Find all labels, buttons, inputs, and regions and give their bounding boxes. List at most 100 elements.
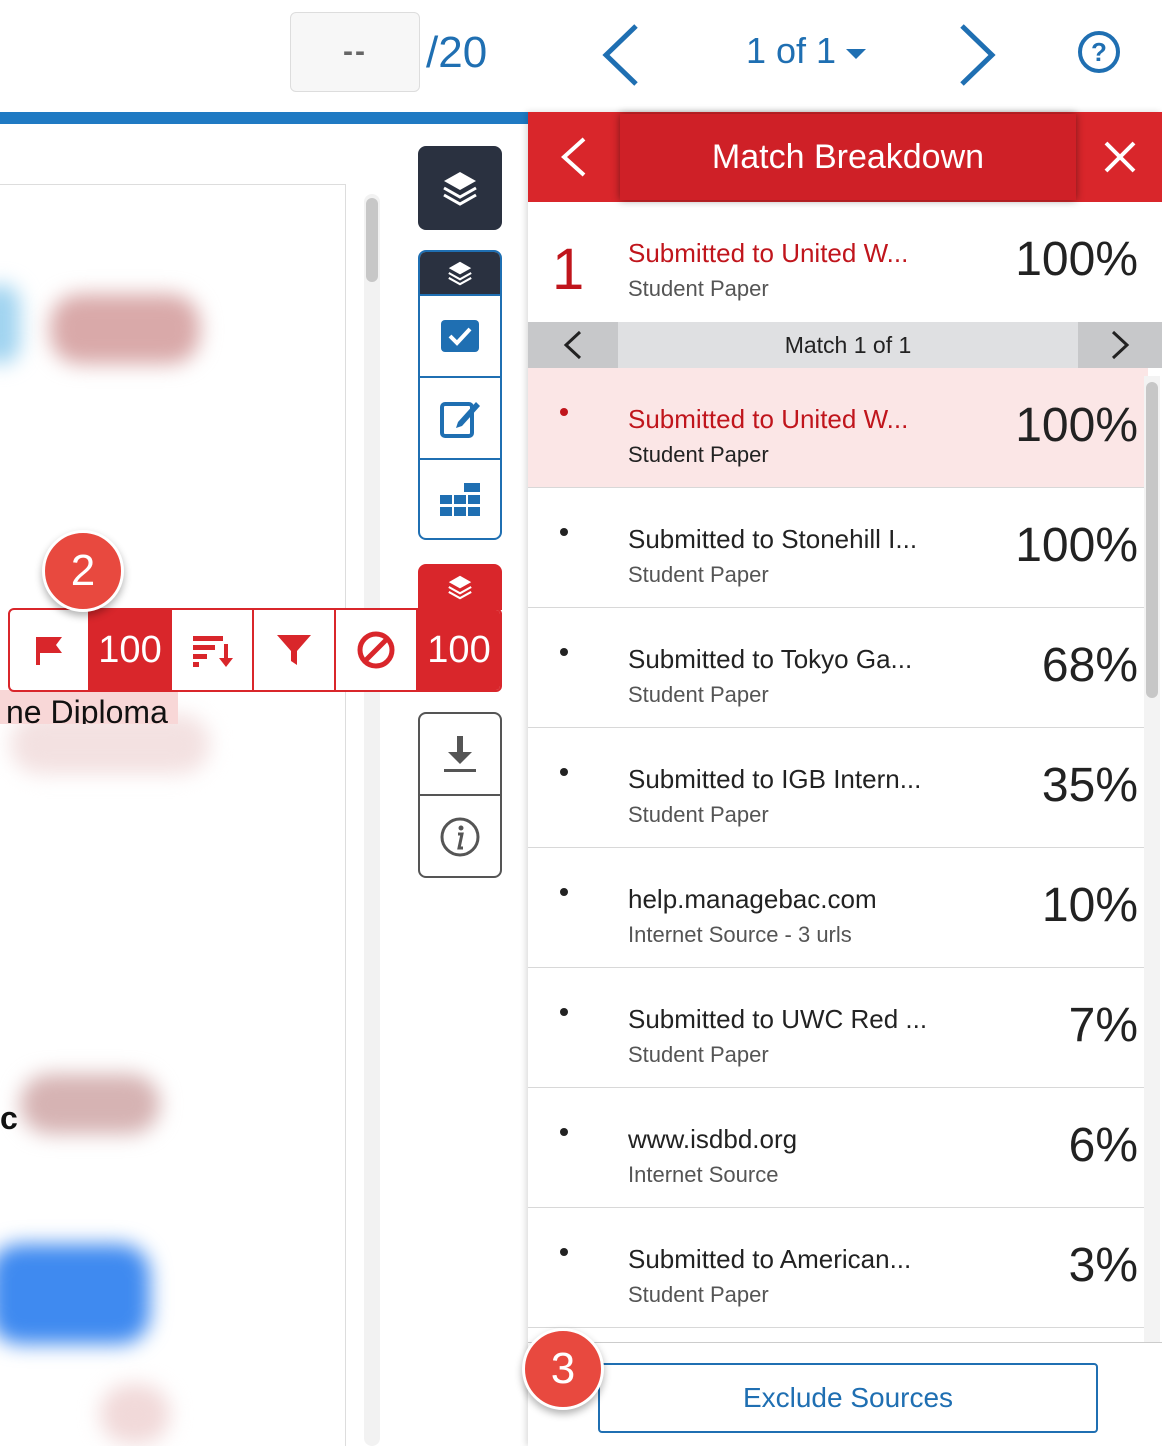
match-source-title: Submitted to United W... — [628, 238, 909, 268]
document-scrollbar[interactable] — [364, 194, 380, 1446]
rubric-button[interactable] — [420, 458, 500, 538]
layers-icon — [448, 261, 472, 286]
flag-button[interactable] — [10, 610, 90, 690]
bullet-icon — [560, 648, 568, 656]
filter-icon — [277, 635, 311, 665]
exclude-match-button[interactable] — [336, 610, 418, 690]
download-button[interactable] — [420, 714, 500, 796]
list-item[interactable]: Submitted to United W... Student Paper 1… — [528, 368, 1148, 488]
selected-match-summary[interactable]: 1 Submitted to United W... Student Paper… — [528, 202, 1162, 322]
list-item[interactable]: Submitted to UWC Red ... Student Paper 7… — [528, 968, 1148, 1088]
exclude-sources-button[interactable]: Exclude Sources — [598, 1363, 1098, 1433]
source-title: Submitted to American... — [628, 1244, 912, 1274]
source-type: Student Paper — [628, 1042, 769, 1067]
bullet-icon — [560, 768, 568, 776]
blurred-content — [50, 294, 200, 364]
panel-back-button[interactable] — [528, 112, 618, 202]
sort-button[interactable] — [172, 610, 254, 690]
document-text-fragment: ne Diploma — [0, 690, 178, 724]
source-list-scrollbar[interactable] — [1144, 376, 1160, 1446]
source-type: Student Paper — [628, 682, 769, 707]
source-list: Submitted to United W... Student Paper 1… — [528, 368, 1162, 1330]
panel-close-button[interactable] — [1078, 112, 1162, 202]
feedback-button[interactable] — [420, 376, 500, 458]
info-button[interactable] — [420, 796, 500, 876]
match-nav-label: Match 1 of 1 — [784, 331, 912, 358]
chevron-right-icon — [1111, 330, 1130, 360]
list-item[interactable]: Submitted to Stonehill I... Student Pape… — [528, 488, 1148, 608]
list-item[interactable]: Submitted to American... Student Paper 3… — [528, 1208, 1148, 1328]
list-item[interactable]: www.isdbd.org Internet Source 6% — [528, 1088, 1148, 1208]
source-percent: 100% — [1015, 519, 1138, 572]
match-breakdown-panel: Match Breakdown 1 Submitted to United W.… — [528, 112, 1162, 1446]
step-badge-2: 2 — [42, 530, 124, 612]
layers-button[interactable] — [418, 146, 502, 230]
match-percent: 100% — [1015, 233, 1138, 286]
blurred-content — [0, 1244, 150, 1344]
close-icon — [1104, 141, 1136, 173]
caret-down-icon — [846, 49, 867, 59]
document-tools-group — [418, 712, 502, 878]
grid-icon — [440, 483, 480, 516]
sort-icon — [193, 636, 233, 667]
flag-icon — [36, 637, 62, 665]
source-percent: 6% — [1068, 1119, 1138, 1172]
match-source-type: Student Paper — [628, 276, 769, 301]
grading-tools-group — [418, 250, 502, 540]
previous-page-button[interactable] — [596, 20, 646, 90]
progress-strip — [0, 112, 528, 124]
source-percent: 68% — [1041, 639, 1138, 692]
source-type: Student Paper — [628, 802, 769, 827]
source-percent: 10% — [1041, 879, 1138, 932]
layers-icon — [448, 575, 472, 600]
list-item[interactable]: Submitted to Tokyo Ga... Student Paper 6… — [528, 608, 1148, 728]
top-toolbar: -- /20 1 of 1 ? — [0, 0, 1162, 112]
source-percent: 100% — [1015, 399, 1138, 452]
similarity-score-badge[interactable]: 100 — [418, 610, 500, 690]
source-percent: 35% — [1041, 759, 1138, 812]
layers-icon — [443, 172, 477, 206]
source-title: Submitted to UWC Red ... — [628, 1004, 928, 1034]
bullet-icon — [560, 1008, 568, 1016]
chevron-left-icon — [563, 330, 582, 360]
document-scrollbar-thumb[interactable] — [366, 198, 378, 282]
similarity-layer-header[interactable] — [418, 564, 502, 610]
source-type: Student Paper — [628, 562, 769, 587]
match-highlight-toolbar: 100 100 — [8, 608, 502, 692]
list-item[interactable]: help.managebac.com Internet Source - 3 u… — [528, 848, 1148, 968]
source-list-scrollbar-thumb[interactable] — [1146, 382, 1158, 698]
source-percent: 3% — [1068, 1239, 1138, 1292]
download-icon — [444, 736, 476, 772]
previous-match-button[interactable] — [528, 322, 618, 368]
help-icon[interactable]: ? — [1078, 31, 1120, 73]
panel-header: Match Breakdown — [528, 112, 1162, 202]
source-type: Internet Source — [628, 1162, 779, 1187]
prohibit-icon — [357, 631, 395, 669]
next-match-button[interactable] — [1078, 322, 1162, 368]
blurred-content — [20, 1074, 160, 1134]
bullet-icon — [560, 888, 568, 896]
match-rank: 1 — [552, 237, 585, 302]
blurred-content — [0, 284, 20, 364]
checkbox-icon — [441, 320, 479, 352]
panel-title: Match Breakdown — [620, 114, 1076, 200]
quickmark-button[interactable] — [420, 294, 500, 376]
panel-footer: Exclude Sources — [528, 1342, 1162, 1446]
document-viewer — [0, 124, 400, 1446]
filter-button[interactable] — [254, 610, 336, 690]
match-count-badge: 100 — [90, 610, 172, 690]
grading-layer-header[interactable] — [420, 252, 500, 294]
next-page-button[interactable] — [952, 20, 1002, 90]
page-selector[interactable]: 1 of 1 — [746, 30, 867, 72]
chevron-right-icon — [960, 24, 996, 86]
source-title: help.managebac.com — [628, 884, 877, 914]
chevron-left-icon — [561, 137, 586, 177]
source-title: Submitted to Stonehill I... — [628, 524, 918, 554]
source-type: Student Paper — [628, 442, 769, 467]
source-title: Submitted to United W... — [628, 404, 909, 434]
score-input[interactable]: -- — [290, 12, 420, 92]
chevron-left-icon — [602, 24, 638, 86]
page-selector-label: 1 of 1 — [746, 30, 837, 71]
list-item[interactable]: Submitted to IGB Intern... Student Paper… — [528, 728, 1148, 848]
bullet-icon — [560, 1248, 568, 1256]
